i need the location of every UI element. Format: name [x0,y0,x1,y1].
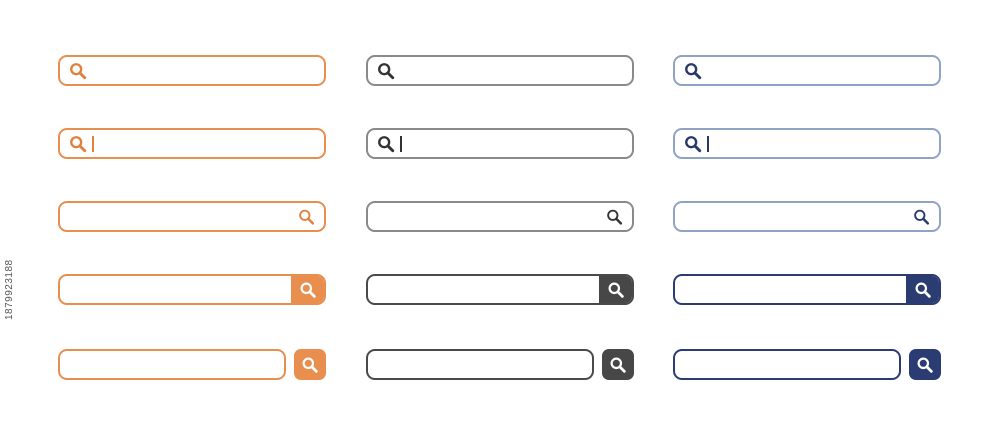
search-icon [70,62,87,79]
search-bar-blue-icon-left[interactable] [673,55,941,86]
search-button[interactable] [294,349,326,380]
search-icon [300,282,316,298]
search-button[interactable] [291,276,324,303]
text-cursor [400,135,402,152]
search-icon [917,357,933,373]
search-button[interactable] [909,349,941,380]
search-bar-gray-detached-button[interactable] [366,349,594,380]
text-cursor [707,135,709,152]
search-icon [70,135,87,152]
search-button[interactable] [599,276,632,303]
search-bar-orange-detached-button[interactable] [58,349,286,380]
search-bar-blue-icon-right[interactable] [673,201,941,232]
text-cursor [92,135,94,152]
search-bar-orange-attached-button[interactable] [58,274,326,305]
search-bar-gray-icon-left-with-caret[interactable] [366,128,634,159]
column-gray [366,0,634,436]
column-blue [673,0,941,436]
search-icon [378,135,395,152]
search-button[interactable] [906,276,939,303]
search-button[interactable] [602,349,634,380]
search-bar-orange-icon-left-with-caret[interactable] [58,128,326,159]
search-icon [607,209,623,225]
search-bar-blue-icon-left-with-caret[interactable] [673,128,941,159]
search-bar-gray-attached-button[interactable] [366,274,634,305]
search-icon [610,357,626,373]
search-icon [302,357,318,373]
search-icon [685,62,702,79]
search-bar-orange-icon-left[interactable] [58,55,326,86]
search-icon [685,135,702,152]
search-bar-gray-icon-right[interactable] [366,201,634,232]
search-icon [608,282,624,298]
search-bar-blue-detached-button[interactable] [673,349,901,380]
search-bar-orange-icon-right[interactable] [58,201,326,232]
stock-image-id: 1879923188 [4,259,15,320]
column-orange [58,0,326,436]
search-icon [299,209,315,225]
search-icon [378,62,395,79]
search-icon [914,209,930,225]
search-bar-blue-attached-button[interactable] [673,274,941,305]
search-bar-gray-icon-left[interactable] [366,55,634,86]
search-icon [915,282,931,298]
